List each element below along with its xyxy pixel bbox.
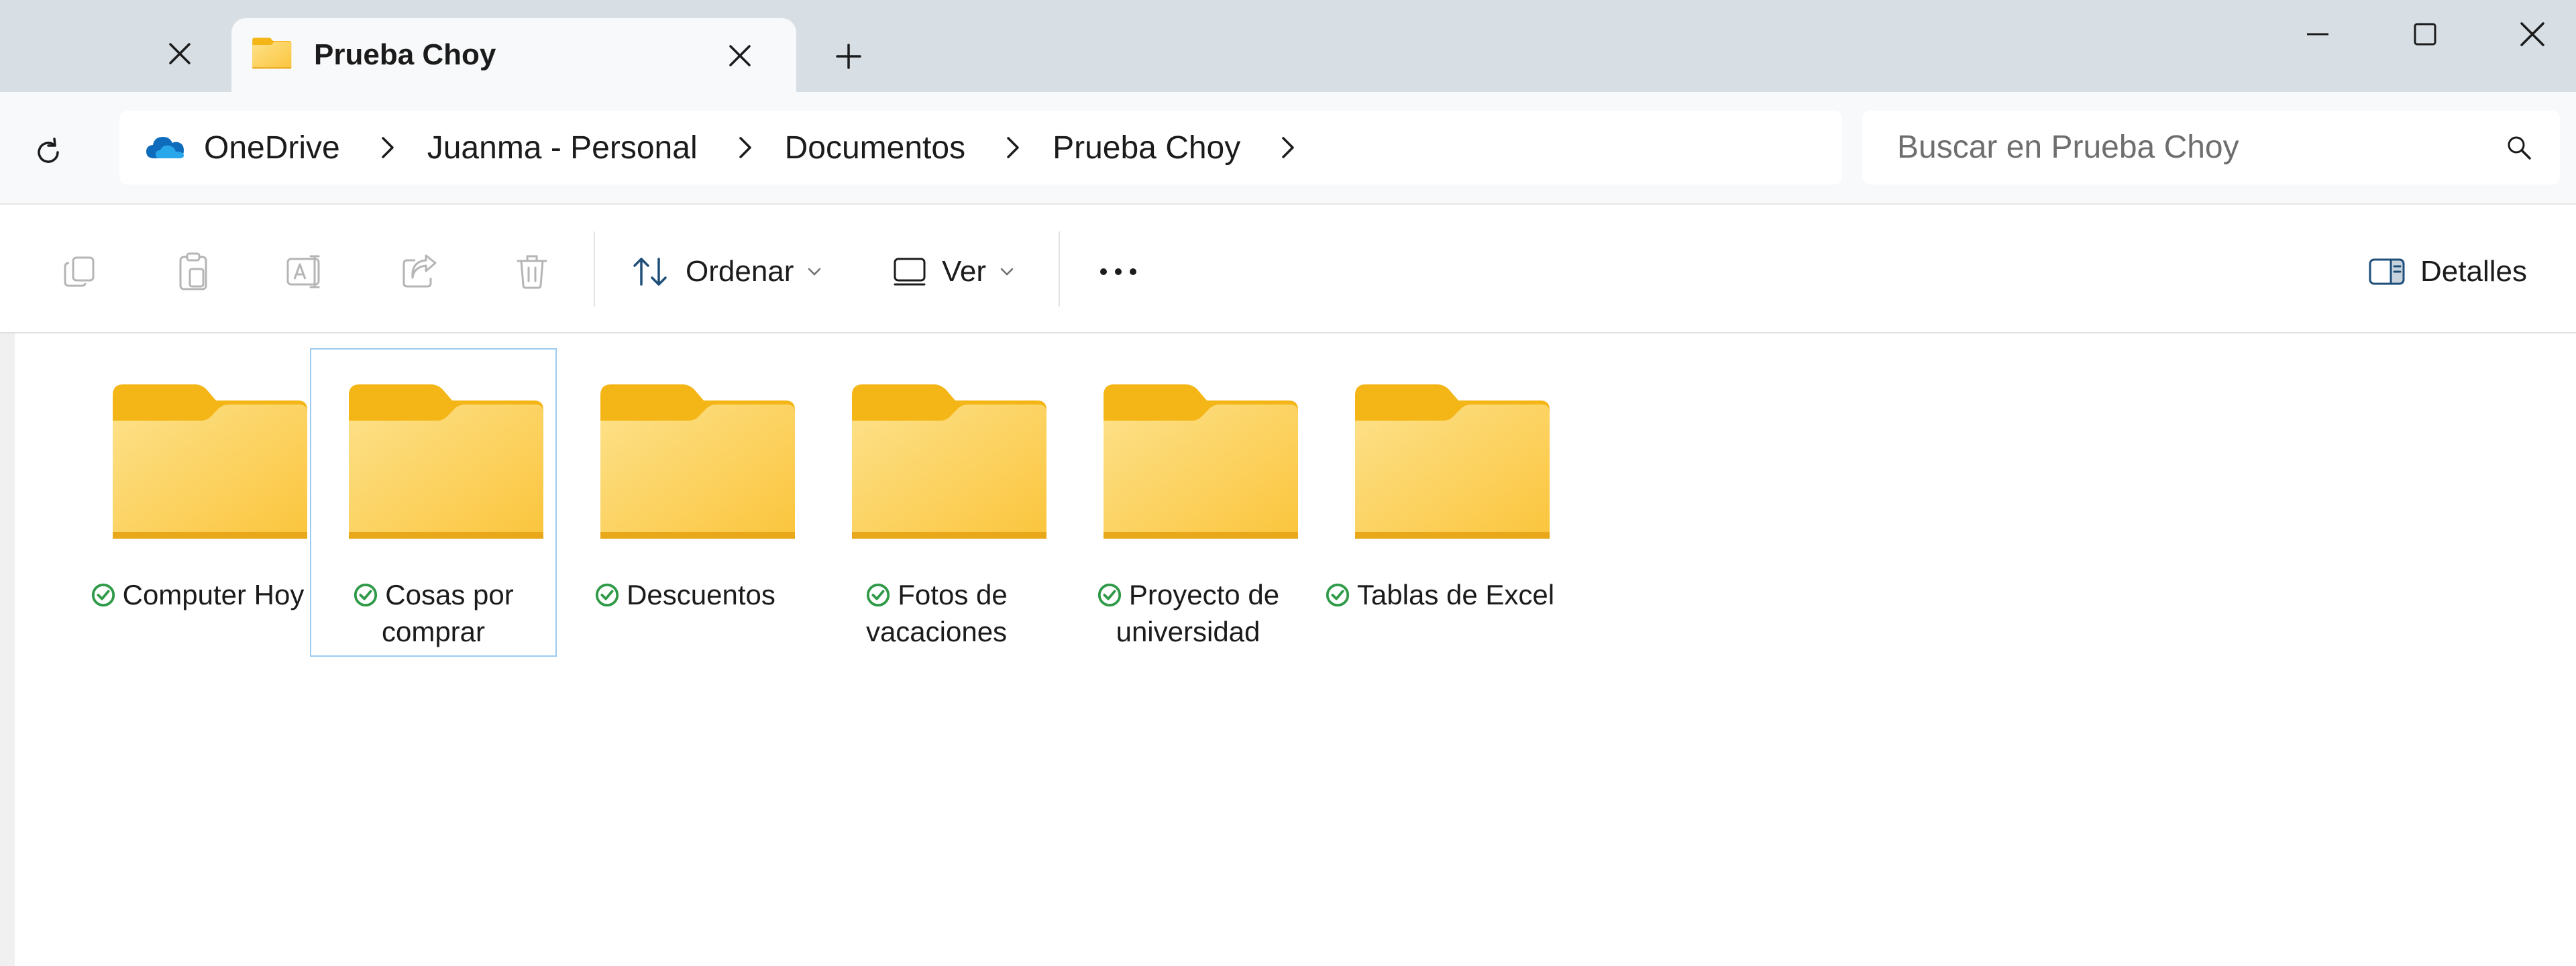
close-window-button[interactable] bbox=[2496, 4, 2569, 64]
sync-check-icon bbox=[1325, 582, 1350, 608]
navigation-pane-edge bbox=[0, 333, 15, 966]
delete-icon bbox=[517, 255, 547, 289]
more-options-button[interactable] bbox=[1090, 244, 1146, 300]
folder-name: Descuentos bbox=[563, 576, 807, 613]
folder-name-line2: vacaciones bbox=[865, 616, 1008, 647]
refresh-icon bbox=[38, 138, 59, 163]
close-tab-button[interactable] bbox=[153, 30, 207, 78]
folder-name-line1: Proyecto de bbox=[1128, 579, 1280, 610]
chevron-right-icon[interactable] bbox=[1006, 136, 1020, 160]
folder-name: Proyecto de universidad bbox=[1066, 576, 1310, 650]
folder-name: Tablas de Excel bbox=[1318, 576, 1562, 613]
breadcrumb-item-onedrive[interactable]: OneDrive bbox=[204, 129, 340, 166]
rename-button[interactable] bbox=[278, 245, 332, 299]
chevron-right-icon[interactable] bbox=[1281, 136, 1295, 160]
chevron-right-icon[interactable] bbox=[738, 136, 753, 160]
details-pane-icon bbox=[2369, 258, 2405, 285]
onedrive-cloud-icon bbox=[145, 134, 185, 161]
folder-name-line2: universidad bbox=[1116, 616, 1260, 647]
search-placeholder: Buscar en Prueba Choy bbox=[1897, 129, 2239, 165]
tab-label: Prueba Choy bbox=[314, 38, 496, 71]
plus-icon bbox=[836, 44, 861, 69]
copy-button[interactable] bbox=[52, 245, 106, 299]
file-list: Computer Hoy Cosas por comprar Descuentos… bbox=[15, 333, 2576, 966]
minimize-button[interactable] bbox=[2281, 4, 2355, 64]
folder-icon bbox=[1099, 380, 1301, 541]
breadcrumb-item-prueba-choy[interactable]: Prueba Choy bbox=[1053, 129, 1240, 166]
sort-button[interactable]: Ordenar bbox=[631, 244, 822, 300]
sort-icon bbox=[633, 258, 667, 286]
sync-check-icon bbox=[91, 582, 116, 608]
folder-item-descuentos[interactable]: Descuentos bbox=[561, 348, 808, 657]
folder-name-line2: comprar bbox=[381, 616, 486, 647]
sync-check-icon bbox=[353, 582, 378, 608]
paste-button[interactable] bbox=[166, 245, 220, 299]
chevron-down-icon bbox=[1000, 267, 1014, 276]
folder-name-line1: Fotos de bbox=[898, 579, 1008, 610]
folder-name-line1: Cosas por bbox=[385, 579, 514, 610]
address-bar-row: OneDrive Juanma - Personal Documentos Pr… bbox=[0, 92, 2576, 205]
copy-icon bbox=[64, 256, 95, 287]
delete-button[interactable] bbox=[505, 245, 559, 299]
new-tab-button[interactable] bbox=[822, 30, 875, 83]
view-icon bbox=[894, 258, 926, 286]
sync-check-icon bbox=[594, 582, 620, 608]
folder-name: Fotos de vacaciones bbox=[814, 576, 1059, 650]
view-button[interactable]: Ver bbox=[892, 244, 1014, 300]
close-icon bbox=[169, 43, 191, 64]
sort-label: Ordenar bbox=[686, 255, 794, 288]
breadcrumb-item-personal[interactable]: Juanma - Personal bbox=[427, 129, 698, 166]
sync-check-icon bbox=[1097, 582, 1122, 608]
folder-item-computer-hoy[interactable]: Computer Hoy bbox=[74, 348, 321, 657]
share-button[interactable] bbox=[392, 245, 446, 299]
folder-item-cosas-por-comprar[interactable]: Cosas por comprar bbox=[310, 348, 557, 657]
details-pane-button[interactable]: Detalles bbox=[2368, 244, 2527, 300]
chevron-down-icon bbox=[807, 267, 822, 276]
title-bar: Prueba Choy bbox=[0, 0, 2576, 92]
folder-item-tablas-de-excel[interactable]: Tablas de Excel bbox=[1316, 348, 1563, 657]
rename-icon bbox=[286, 255, 320, 288]
folder-icon bbox=[109, 380, 310, 541]
maximize-button[interactable] bbox=[2388, 4, 2462, 64]
minimize-icon bbox=[2307, 33, 2328, 36]
refresh-button[interactable] bbox=[20, 124, 76, 180]
folder-icon bbox=[848, 380, 1049, 541]
folder-icon bbox=[252, 36, 292, 70]
tab-prueba-choy[interactable]: Prueba Choy bbox=[231, 18, 796, 92]
folder-name: Computer Hoy bbox=[75, 576, 319, 613]
view-label: Ver bbox=[942, 255, 987, 288]
folder-name: Cosas por comprar bbox=[311, 576, 555, 650]
breadcrumb[interactable]: OneDrive Juanma - Personal Documentos Pr… bbox=[119, 111, 1842, 184]
toolbar-divider bbox=[594, 231, 595, 307]
paste-icon bbox=[179, 252, 207, 290]
breadcrumb-item-documentos[interactable]: Documentos bbox=[785, 129, 965, 166]
toolbar-divider bbox=[1059, 231, 1060, 307]
folder-icon bbox=[1351, 380, 1552, 541]
folder-item-proyecto-de-universidad[interactable]: Proyecto de universidad bbox=[1065, 348, 1311, 657]
close-tab-button[interactable] bbox=[713, 32, 767, 80]
more-icon bbox=[1100, 268, 1136, 275]
sync-check-icon bbox=[865, 582, 891, 608]
folder-icon bbox=[345, 380, 546, 541]
folder-name-line1: Descuentos bbox=[627, 579, 775, 610]
search-input[interactable]: Buscar en Prueba Choy bbox=[1862, 111, 2560, 184]
search-icon[interactable] bbox=[2506, 135, 2532, 160]
close-icon bbox=[2520, 22, 2544, 46]
folder-item-fotos-de-vacaciones[interactable]: Fotos de vacaciones bbox=[813, 348, 1060, 657]
command-bar: Ordenar Ver Detalles bbox=[0, 205, 2576, 333]
details-label: Detalles bbox=[2420, 255, 2527, 288]
share-icon bbox=[402, 254, 437, 288]
chevron-right-icon[interactable] bbox=[380, 136, 395, 160]
folder-name-line1: Tablas de Excel bbox=[1356, 579, 1555, 610]
close-icon bbox=[729, 45, 751, 66]
folder-name-line1: Computer Hoy bbox=[122, 579, 305, 610]
folder-icon bbox=[596, 380, 798, 541]
maximize-icon bbox=[2414, 23, 2436, 46]
